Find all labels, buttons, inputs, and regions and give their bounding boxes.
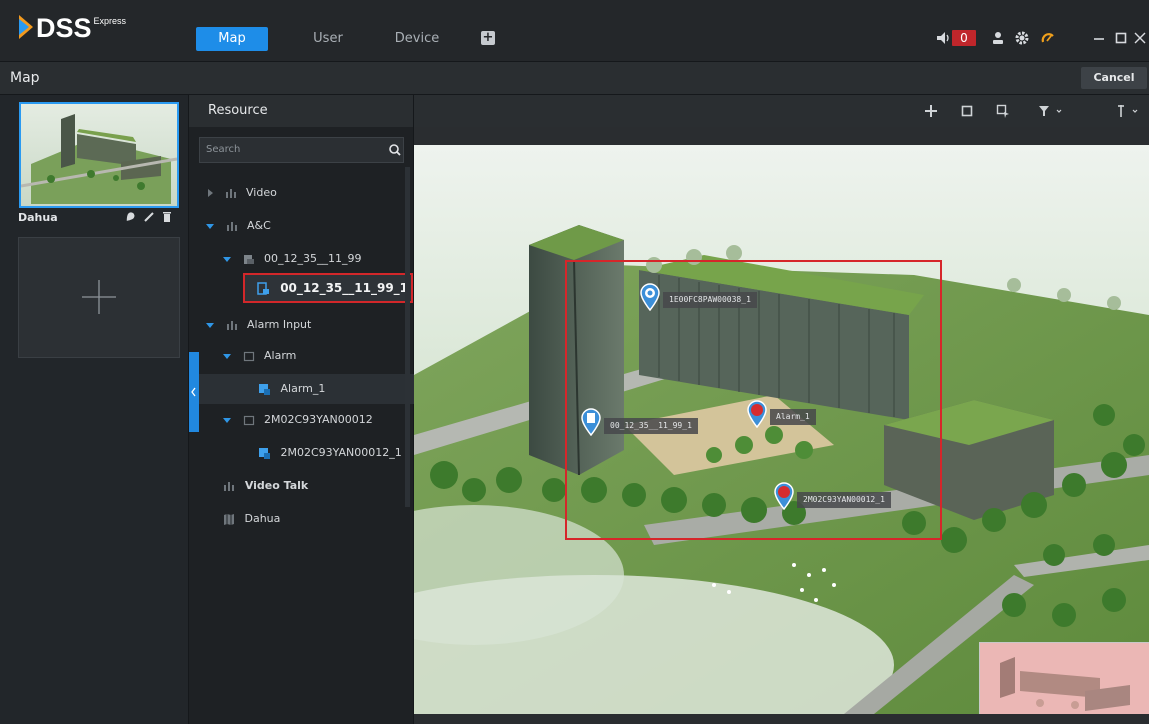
tree-item-alarm-input[interactable]: Alarm Input [189,310,424,340]
add-map-button[interactable] [18,237,180,358]
minimize-icon[interactable] [1092,30,1106,46]
add-tab-button[interactable]: + [481,31,495,45]
map-thumbnail[interactable] [19,102,179,208]
org-icon [224,482,234,491]
zoom-box-icon[interactable] [959,103,975,119]
resource-title: Resource [208,103,268,118]
tree-item-label: Alarm Input [247,318,312,331]
cancel-button[interactable]: Cancel [1081,67,1147,89]
map-canvas[interactable]: 1E00FC8PAW00038_1 00_12_35__11_99_1 Alar… [414,145,1149,714]
alarm-input-icon [259,447,270,459]
tab-user[interactable]: User [296,27,360,51]
alarm-device-icon [243,415,254,426]
user-icon[interactable] [990,30,1006,46]
tree-scrollbar[interactable] [405,167,410,507]
org-icon [225,189,236,198]
tab-device[interactable]: Device [385,27,449,51]
speaker-icon[interactable] [935,30,951,46]
device-label[interactable]: Alarm_1 [770,409,816,425]
door-pin-icon[interactable] [580,408,602,436]
alarm-count-badge[interactable]: 0 [952,30,976,46]
collapse-arrow-icon[interactable] [223,353,231,359]
plus-icon [82,280,116,314]
resource-panel: Resource Search Video A&C 00_12_35__11_9… [189,95,476,724]
edit-icon[interactable] [143,211,155,223]
map-overview[interactable] [979,642,1149,714]
tree-item-label: 2M02C93YAN00012 [264,413,373,426]
collapse-arrow-icon[interactable] [223,256,231,262]
locate-icon[interactable] [124,211,136,223]
alarm-pin-icon[interactable] [746,400,768,428]
tree-item-label: A&C [247,219,271,232]
map-toolbar-bar: Map Cancel [0,62,1149,95]
expand-arrow-icon[interactable] [208,189,213,197]
delete-icon[interactable] [161,211,173,223]
top-bar: DSS Express Map User Device + 0 [0,0,1149,62]
collapse-panel-handle[interactable] [189,352,199,432]
tree-item-nvr-device[interactable]: 2M02C93YAN00012 [189,405,441,435]
app-logo: DSS Express [18,13,126,43]
collapse-arrow-icon[interactable] [223,417,231,423]
tree-item-acc-device[interactable]: 00_12_35__11_99 [189,244,441,274]
collapse-arrow-icon[interactable] [206,223,214,229]
logo-text: DSS [36,13,92,43]
filter-icon[interactable] [1037,103,1067,119]
tree-item-video-talk[interactable]: Video Talk [189,471,441,501]
tree-item-door-channel[interactable]: 00_12_35__11_99_1 [243,273,413,303]
tree-item-label: 2M02C93YAN00012_1 [280,446,402,459]
device-label[interactable]: 1E00FC8PAW00038_1 [663,292,757,308]
tree-item-label: Video [246,186,277,199]
camera-pin-icon[interactable] [639,283,661,311]
logo-superscript: Express [93,16,127,26]
search-input[interactable]: Search [199,137,404,163]
org-icon [226,222,237,231]
tree-item-map-dahua[interactable]: Dahua [189,504,441,534]
alarm-device-icon [243,351,254,362]
tree-item-acc[interactable]: A&C [189,211,424,241]
resource-header: Resource [189,95,413,127]
tree-item-label: Dahua [244,512,281,525]
page-title: Map [10,70,40,86]
pan-icon[interactable] [923,103,939,119]
tools-dropdown-icon[interactable] [1115,103,1145,119]
tree-item-label: Video Talk [244,479,309,492]
tree-item-label: 00_12_35__11_99_1 [280,281,409,295]
search-placeholder: Search [206,144,241,155]
logo-mark-icon [19,15,33,39]
org-icon [226,321,237,330]
map-icon [224,514,234,525]
map-thumbnail-image [21,104,177,206]
tree-item-video[interactable]: Video [189,178,426,208]
maximize-icon[interactable] [1114,30,1128,46]
gear-icon[interactable] [1014,30,1030,46]
tab-map[interactable]: Map [196,27,268,51]
overview-image [980,643,1149,714]
map-name-label: Dahua [18,211,58,224]
device-label[interactable]: 2M02C93YAN00012_1 [797,492,891,508]
tree-item-label: Alarm [264,349,297,362]
alarm-pin-icon[interactable] [773,482,795,510]
map-view: 1E00FC8PAW00038_1 00_12_35__11_99_1 Alar… [414,95,1149,724]
alarm-input-icon [259,383,270,395]
select-area-icon[interactable] [995,103,1011,119]
map-tools [414,95,1149,127]
tree-item-label: Alarm_1 [280,382,326,395]
search-icon[interactable] [387,142,403,158]
device-label[interactable]: 00_12_35__11_99_1 [604,418,698,434]
access-controller-icon [243,255,254,264]
collapse-arrow-icon[interactable] [206,322,214,328]
chevron-left-icon [191,387,196,397]
close-icon[interactable] [1133,30,1147,46]
tree-item-label: 00_12_35__11_99 [264,252,362,265]
map-list-panel: Dahua [0,95,189,724]
performance-gauge-icon[interactable] [1040,30,1056,46]
tree-item-alarm-device[interactable]: Alarm [189,341,441,371]
door-icon [257,282,269,295]
